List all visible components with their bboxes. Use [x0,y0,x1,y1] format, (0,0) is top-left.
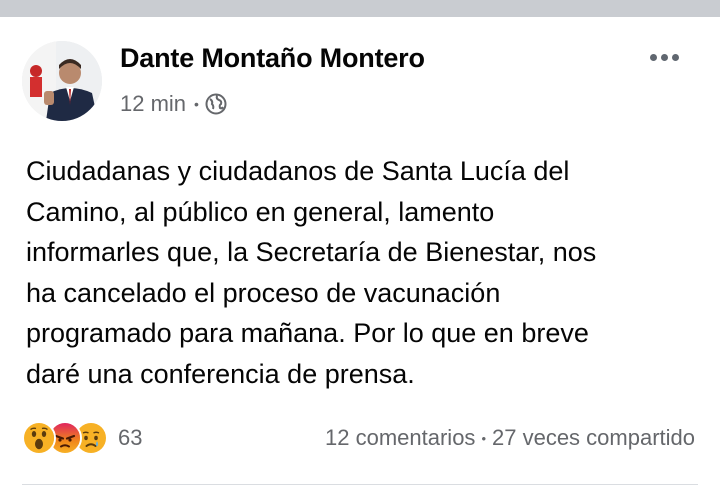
more-dot [649,53,657,61]
more-options-icon[interactable] [644,47,684,67]
post-text: Ciudadanas y ciudadanos de Santa Lucía d… [26,151,706,394]
stats-separator: • [481,430,486,446]
footer-divider [22,484,698,485]
avatar-image [22,41,102,121]
post-text-line: Ciudadanas y ciudadanos de Santa Lucía d… [26,156,570,186]
globe-icon[interactable] [205,93,227,115]
reaction-summary[interactable]: 63 [22,421,142,455]
post-text-line: daré una conferencia de prensa. [26,358,415,389]
more-dot [660,53,668,61]
wow-reaction-icon [22,421,56,455]
post-text-line: informarles que, la Secretaría de Bienes… [26,237,597,267]
meta-separator: • [194,96,199,112]
post-meta: 12 min • [120,89,227,119]
more-dot [671,53,679,61]
feed-gap [0,0,720,17]
shares-count[interactable]: 27 veces compartido [492,425,695,451]
post-text-line: Camino, al público en general, lamento [26,196,495,227]
engagement-stats: 12 comentarios • 27 veces compartido [325,425,695,451]
post-text-line: ha cancelado el proceso de vacunación [26,277,501,308]
comments-count[interactable]: 12 comentarios [325,425,475,451]
post-time[interactable]: 12 min [120,91,186,117]
reaction-count[interactable]: 63 [118,425,142,451]
avatar[interactable] [22,41,102,121]
post-text-line: programado para mañana. Por lo que en br… [26,318,589,348]
author-name[interactable]: Dante Montaño Montero [120,43,425,74]
post-card: Dante Montaño Montero 12 min • Ciudadana… [0,17,720,492]
